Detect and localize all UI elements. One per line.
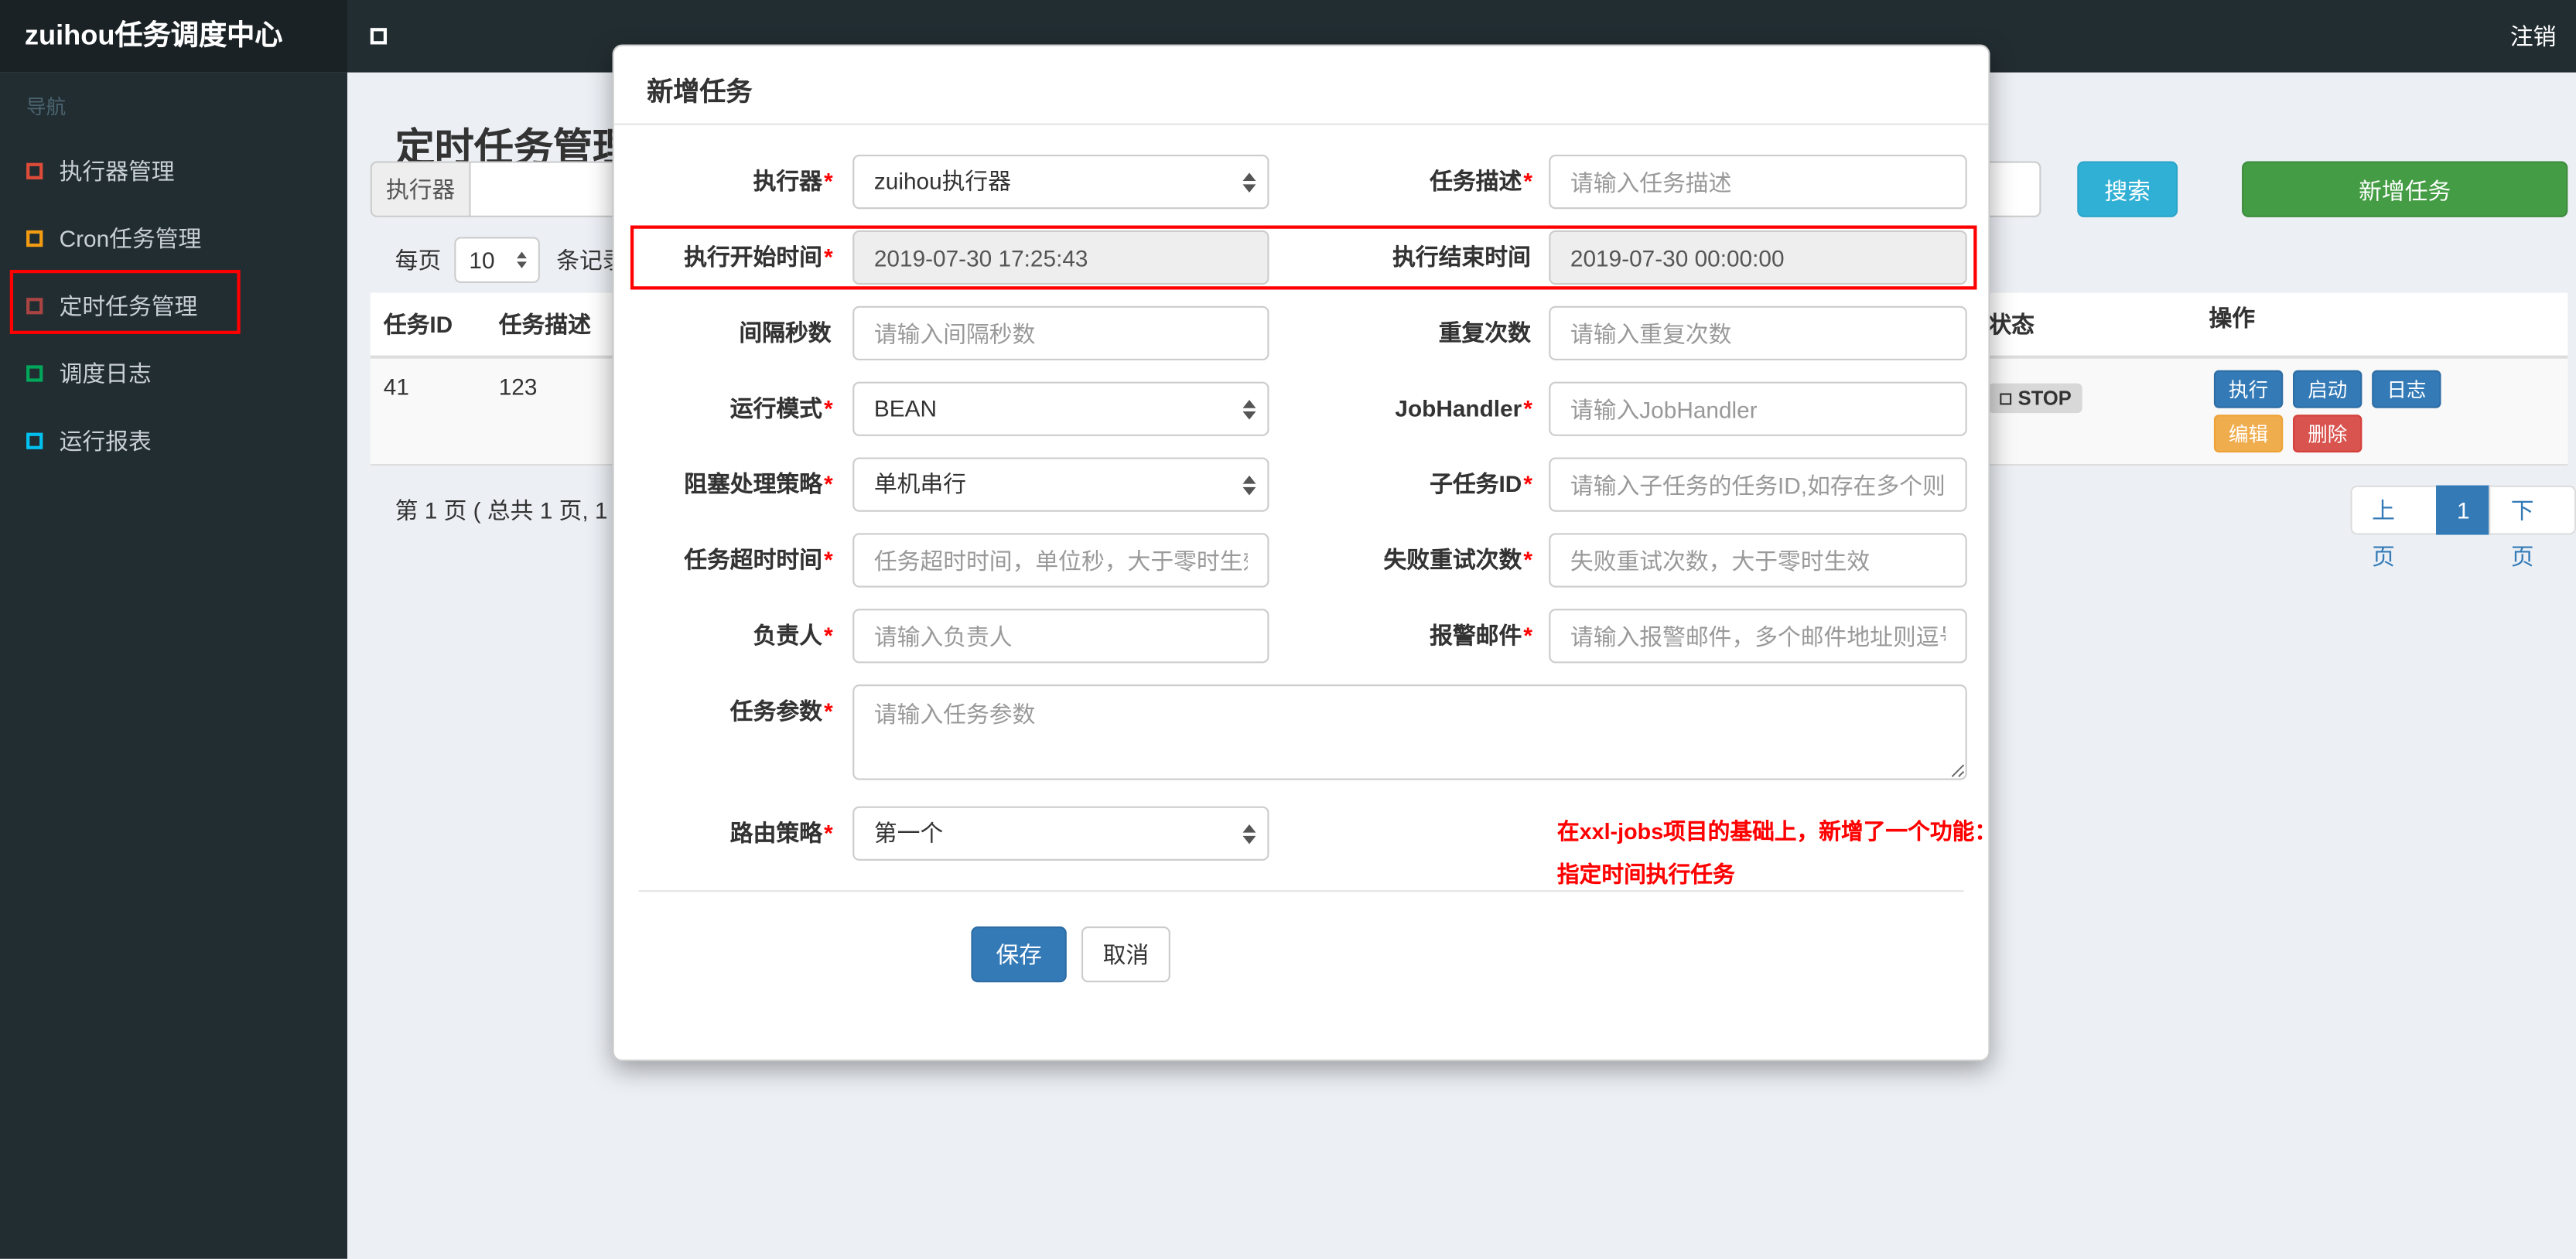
modal-footer: 保存 取消 <box>971 926 1170 983</box>
sidebar-item-label: 执行器管理 <box>59 157 175 184</box>
interval-label: 间隔秒数 <box>739 319 832 346</box>
form-row: 执行开始时间* 执行结束时间 <box>614 230 1989 285</box>
alarm-email-label: 报警邮件 * <box>1430 622 1532 649</box>
form-row: 间隔秒数 重复次数 <box>614 305 1989 360</box>
square-bullet-icon <box>26 432 43 449</box>
select-stepper-icon <box>1242 398 1256 419</box>
select-stepper-icon <box>1242 474 1256 495</box>
timeout-input[interactable] <box>852 533 1269 588</box>
per-page-value: 10 <box>469 247 495 274</box>
start-time-label: 执行开始时间 * <box>684 243 833 270</box>
save-button[interactable]: 保存 <box>971 926 1067 983</box>
sidebar-item-label: Cron任务管理 <box>59 224 202 251</box>
status-text: STOP <box>2017 387 2072 410</box>
log-button[interactable]: 日志 <box>2372 370 2441 408</box>
repeat-label: 重复次数 <box>1438 319 1531 346</box>
retry-label: 失败重试次数 * <box>1383 546 1532 573</box>
start-time-input[interactable] <box>852 230 1269 285</box>
search-button[interactable]: 搜索 <box>2077 161 2178 217</box>
modal-header: 新增任务 <box>613 46 1989 125</box>
cell-job-id: 41 <box>383 374 409 401</box>
job-param-textarea[interactable] <box>852 684 1967 780</box>
executor-filter-label: 执行器 <box>370 161 471 217</box>
next-page-button[interactable]: 下页 <box>2489 485 2576 569</box>
form-row: 阻塞处理策略 * 单机串行 子任务ID * <box>614 457 1989 512</box>
select-stepper-icon <box>1242 172 1256 192</box>
per-page-label: 每页 <box>395 247 442 274</box>
end-time-label: 执行结束时间 <box>1392 243 1531 270</box>
form-row: 执行器 * zuihou执行器 任务描述 * <box>614 155 1989 210</box>
job-handler-input[interactable] <box>1549 381 1967 436</box>
footer-divider <box>638 890 1964 892</box>
square-bullet-icon <box>26 229 43 247</box>
cancel-button[interactable]: 取消 <box>1081 926 1170 983</box>
pagination: 上页 1 下页 <box>2350 485 2576 569</box>
executor-select[interactable]: zuihou执行器 <box>852 155 1269 210</box>
route-strategy-label: 路由策略 * <box>729 819 833 846</box>
col-header-job-id: 任务ID <box>383 311 453 338</box>
cell-actions: 执行 启动 日志 编辑 删除 <box>2205 359 2567 464</box>
executor-label: 执行器 * <box>753 168 833 195</box>
run-mode-label: 运行模式 * <box>729 394 833 421</box>
sidebar-item-timed-task-mgmt[interactable]: 定时任务管理 <box>0 271 347 339</box>
sidebar-item-label: 调度日志 <box>59 359 152 386</box>
col-header-actions: 操作 <box>2209 304 2256 331</box>
route-strategy-select[interactable]: 第一个 <box>852 806 1269 861</box>
app-root: zuihou任务调度中心 注销 导航 执行器管理 Cron任务管理 定时任务管理… <box>0 0 2576 1259</box>
repeat-input[interactable] <box>1549 305 1967 360</box>
run-button[interactable]: 执行 <box>2213 370 2284 408</box>
square-bullet-icon <box>26 297 43 314</box>
sidebar-item-cron-mgmt[interactable]: Cron任务管理 <box>0 204 347 271</box>
job-handler-label: JobHandler * <box>1395 394 1532 421</box>
col-header-status: 状态 <box>1988 311 2034 338</box>
stop-square-icon <box>2000 392 2012 404</box>
alarm-email-input[interactable] <box>1549 609 1967 664</box>
job-desc-input[interactable] <box>1549 155 1967 210</box>
sidebar-toggle-icon[interactable] <box>370 28 388 45</box>
block-strategy-label: 阻塞处理策略 * <box>684 470 833 497</box>
run-mode-select[interactable]: BEAN <box>852 381 1269 436</box>
square-bullet-icon <box>26 364 43 381</box>
sidebar-item-run-report[interactable]: 运行报表 <box>0 407 347 474</box>
prev-page-button[interactable]: 上页 <box>2350 485 2438 569</box>
child-job-label: 子任务ID * <box>1430 470 1532 497</box>
cell-status: STOP <box>1975 359 2205 464</box>
feature-note-line1: 在xxl-jobs项目的基础上，新增了一个功能： <box>1556 819 1997 844</box>
status-badge: STOP <box>1988 383 2083 414</box>
add-job-button[interactable]: 新增任务 <box>2242 161 2568 217</box>
child-job-input[interactable] <box>1549 457 1967 512</box>
delete-button[interactable]: 删除 <box>2293 415 2362 453</box>
modal-title: 新增任务 <box>647 79 753 107</box>
logout-link[interactable]: 注销 <box>2510 0 2557 73</box>
owner-label: 负责人 * <box>753 622 833 649</box>
retry-input[interactable] <box>1549 533 1967 588</box>
job-param-label: 任务参数 * <box>729 698 833 725</box>
form-row: 负责人* 报警邮件* <box>614 609 1989 664</box>
select-stepper-icon <box>517 251 527 268</box>
add-job-modal: 新增任务 执行器* zuihou执行器 任务描述* 执行开始时间* <box>612 44 1997 1062</box>
start-button[interactable]: 启动 <box>2293 370 2362 408</box>
end-time-input[interactable] <box>1549 230 1967 285</box>
job-desc-label: 任务描述 * <box>1430 168 1532 195</box>
form-row: 运行模式 * BEAN JobHandler * <box>614 381 1989 436</box>
sidebar-item-executor-mgmt[interactable]: 执行器管理 <box>0 137 347 204</box>
edit-button[interactable]: 编辑 <box>2213 415 2284 453</box>
sidebar-item-schedule-log[interactable]: 调度日志 <box>0 339 347 406</box>
sidebar-item-label: 运行报表 <box>59 427 152 454</box>
page-1-button[interactable]: 1 <box>2435 485 2492 535</box>
timeout-label: 任务超时时间 * <box>684 546 833 573</box>
sidebar-header: 导航 <box>26 95 67 119</box>
per-page-select[interactable]: 10 <box>454 237 540 283</box>
interval-input[interactable] <box>852 305 1269 360</box>
square-bullet-icon <box>26 162 43 179</box>
form-row: 任务超时时间* 失败重试次数* <box>614 533 1989 588</box>
block-strategy-select[interactable]: 单机串行 <box>852 457 1269 512</box>
sidebar-item-label: 定时任务管理 <box>59 292 198 319</box>
owner-input[interactable] <box>852 609 1269 664</box>
feature-note: 在xxl-jobs项目的基础上，新增了一个功能： 指定时间执行任务 <box>1557 811 1997 897</box>
sidebar: 导航 执行器管理 Cron任务管理 定时任务管理 调度日志 运行报表 <box>0 72 347 1259</box>
select-stepper-icon <box>1242 823 1256 844</box>
brand-logo[interactable]: zuihou任务调度中心 <box>0 0 347 73</box>
